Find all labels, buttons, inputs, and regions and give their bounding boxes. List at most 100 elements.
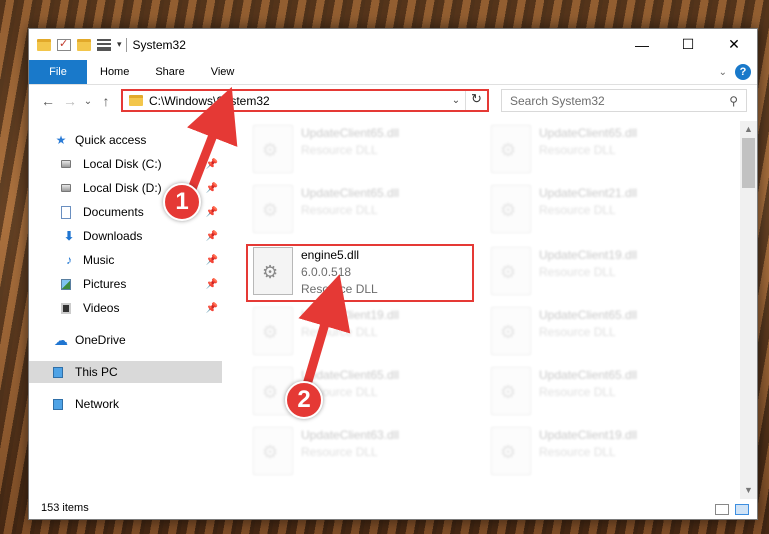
file-name: UpdateClient19.dll (539, 248, 638, 262)
file-name: UpdateClient65.dll (301, 186, 400, 200)
search-input[interactable]: Search System32 (510, 94, 729, 108)
search-box[interactable]: Search System32 ⚲ (501, 89, 747, 112)
file-name: UpdateClient19.dll (301, 308, 400, 322)
file-type: Resource DLL (539, 385, 616, 399)
file-list: UpdateClient65.dll Resource DLL UpdateCli… (241, 121, 736, 499)
close-button[interactable]: ✕ (711, 29, 757, 60)
file-item[interactable]: UpdateClient65.dll Resource DLL (253, 185, 483, 241)
file-name: UpdateClient65.dll (301, 126, 400, 140)
sidebar-item-quick-access[interactable]: ★ Quick access (29, 129, 222, 151)
sidebar-item-label: Local Disk (D:) (83, 181, 162, 195)
tab-share[interactable]: Share (142, 60, 197, 84)
maximize-button[interactable]: ☐ (665, 29, 711, 60)
file-name: UpdateClient65.dll (301, 368, 400, 382)
sidebar-item-label: Quick access (75, 133, 147, 147)
file-name: UpdateClient65.dll (539, 126, 638, 140)
sidebar-item-this-pc[interactable]: This PC (29, 361, 222, 383)
file-type: Resource DLL (301, 445, 378, 459)
sidebar-item-downloads[interactable]: ⬇ Downloads 📌 (29, 225, 222, 247)
videos-icon (61, 302, 71, 314)
file-type: Resource DLL (539, 143, 616, 157)
step-1-badge: 1 (163, 183, 201, 221)
dll-file-icon (491, 307, 531, 355)
properties-check-icon[interactable] (57, 37, 71, 51)
refresh-button[interactable]: ↻ (465, 91, 487, 110)
file-type: Resource DLL (539, 203, 616, 217)
pin-icon[interactable]: 📌 (206, 207, 218, 218)
customize-toolbar-caret-icon[interactable]: ▾ (117, 39, 122, 50)
file-item[interactable]: UpdateClient65.dll Resource DLL (491, 125, 721, 181)
star-icon: ★ (55, 133, 67, 147)
quick-access-toolbar: ▾ (37, 37, 122, 51)
minimize-button[interactable]: — (619, 29, 665, 60)
recent-locations-button[interactable]: ⌄ (81, 96, 95, 107)
expand-ribbon-chevron-icon[interactable]: ⌄ (719, 67, 727, 78)
file-name: UpdateClient21.dll (539, 186, 638, 200)
file-item[interactable]: UpdateClient63.dll Resource DLL (253, 427, 483, 483)
file-item[interactable]: UpdateClient65.dll Resource DLL (491, 367, 721, 423)
details-view-icon[interactable] (715, 504, 729, 515)
sidebar-item-label: Pictures (83, 277, 127, 291)
address-path[interactable]: C:\Windows\System32 (149, 94, 447, 108)
file-item[interactable]: UpdateClient21.dll Resource DLL (491, 185, 721, 241)
view-toggle (715, 504, 749, 515)
search-icon[interactable]: ⚲ (729, 94, 738, 108)
properties-list-icon[interactable] (97, 38, 111, 51)
sidebar-item-label: Local Disk (C:) (83, 157, 162, 171)
network-icon (53, 398, 63, 410)
address-bar[interactable]: C:\Windows\System32 ⌄ ↻ (121, 89, 489, 112)
folder-icon (37, 38, 51, 51)
pin-icon[interactable]: 📌 (206, 303, 218, 314)
file-item[interactable]: UpdateClient65.dll Resource DLL (491, 307, 721, 363)
file-item[interactable]: UpdateClient19.dll Resource DLL (253, 307, 483, 363)
pin-icon[interactable]: 📌 (206, 279, 218, 290)
file-type: Resource DLL (539, 265, 616, 279)
pin-icon[interactable]: 📌 (206, 231, 218, 242)
new-folder-icon[interactable] (77, 38, 91, 51)
engine5-highlight-box (246, 244, 474, 302)
window-title: System32 (132, 37, 186, 52)
dll-file-icon (253, 185, 293, 233)
tab-view[interactable]: View (198, 60, 248, 84)
large-icons-view-icon[interactable] (735, 504, 749, 515)
pc-icon (53, 366, 63, 378)
address-dropdown-chevron-icon[interactable]: ⌄ (447, 95, 465, 106)
sidebar-item-videos[interactable]: Videos 📌 (29, 297, 222, 319)
tab-home[interactable]: Home (87, 60, 142, 84)
file-item[interactable]: UpdateClient65.dll Resource DLL (253, 125, 483, 181)
step-2-badge: 2 (285, 381, 323, 419)
sidebar-item-music[interactable]: ♪ Music 📌 (29, 249, 222, 271)
file-name: UpdateClient65.dll (539, 308, 638, 322)
scroll-up-arrow-icon[interactable]: ▲ (740, 121, 757, 138)
sidebar-item-label: OneDrive (75, 333, 126, 347)
up-button[interactable]: ↑ (95, 93, 117, 109)
sidebar-item-network[interactable]: Network (29, 393, 222, 415)
file-item[interactable]: UpdateClient19.dll Resource DLL (491, 247, 721, 303)
sidebar-item-onedrive[interactable]: ☁ OneDrive (29, 329, 222, 351)
help-icon[interactable]: ? (735, 64, 751, 80)
pin-icon[interactable]: 📌 (206, 183, 218, 194)
ribbon-tabs: File Home Share View ⌄ ? (29, 60, 757, 85)
dll-file-icon (253, 125, 293, 173)
scroll-thumb[interactable] (742, 138, 755, 188)
forward-button[interactable]: → (59, 93, 81, 109)
dll-file-icon (253, 307, 293, 355)
sidebar-item-label: This PC (75, 365, 118, 379)
pin-icon[interactable]: 📌 (206, 159, 218, 170)
sidebar-item-local-disk-c[interactable]: Local Disk (C:) 📌 (29, 153, 222, 175)
pin-icon[interactable]: 📌 (206, 255, 218, 266)
folder-icon (129, 95, 143, 106)
onedrive-icon: ☁ (54, 331, 68, 348)
pictures-icon (61, 278, 71, 290)
dll-file-icon (491, 367, 531, 415)
drive-icon (61, 160, 71, 168)
item-count: 153 items (41, 502, 89, 514)
ribbon-right-controls: ⌄ ? (719, 64, 751, 80)
back-button[interactable]: ← (37, 93, 59, 109)
vertical-scrollbar[interactable]: ▲ ▼ (740, 121, 757, 499)
title-bar: ▾ System32 — ☐ ✕ (29, 29, 757, 60)
file-item[interactable]: UpdateClient19.dll Resource DLL (491, 427, 721, 483)
tab-file[interactable]: File (29, 60, 87, 84)
sidebar-item-pictures[interactable]: Pictures 📌 (29, 273, 222, 295)
sidebar-item-label: Videos (83, 301, 120, 315)
